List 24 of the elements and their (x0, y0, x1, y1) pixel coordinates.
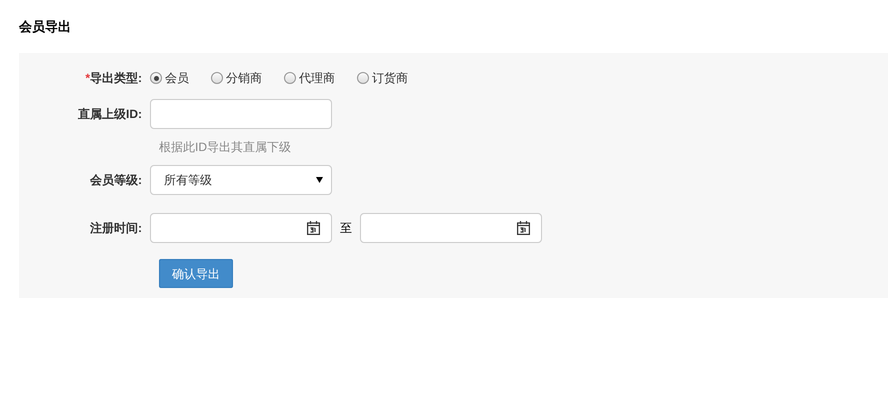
hint-text: 根据此ID导出其直属下级 (159, 140, 291, 154)
page-title: 会员导出 (19, 19, 71, 34)
radio-option[interactable]: 会员 (150, 69, 189, 87)
calendar-icon (517, 221, 530, 235)
radio-option[interactable]: 代理商 (284, 69, 335, 87)
field-label: 注册时间: (89, 220, 143, 237)
radio-option[interactable]: 分销商 (211, 69, 262, 87)
field-label: 会员等级: (89, 172, 143, 189)
field-label: 导出类型: (90, 70, 142, 87)
radio-button[interactable] (284, 72, 296, 84)
radio-button[interactable] (357, 72, 369, 84)
input-field[interactable] (150, 99, 332, 129)
radio-option[interactable]: 订货商 (357, 69, 408, 87)
calendar-icon (307, 221, 320, 235)
export-button[interactable]: 确认导出 (159, 259, 233, 288)
date-field[interactable] (360, 213, 542, 243)
radio-button[interactable] (211, 72, 223, 84)
field-label: 直属上级ID: (77, 106, 143, 123)
select-field[interactable]: 所有等级 (150, 165, 332, 195)
date-field[interactable] (150, 213, 332, 243)
required-mark: * (85, 70, 90, 87)
caret-icon (316, 177, 323, 183)
range-separator: 至 (340, 220, 352, 237)
radio-button[interactable] (150, 72, 162, 84)
